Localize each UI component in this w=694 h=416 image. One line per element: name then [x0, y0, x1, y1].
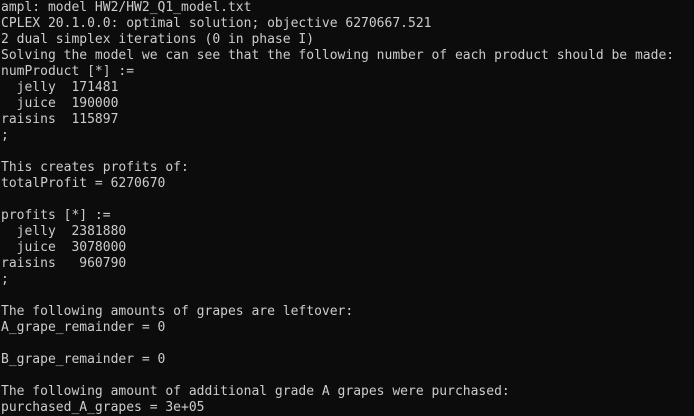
terminal-line: B_grape_remainder = 0	[1, 352, 166, 367]
terminal-line: CPLEX 20.1.0.0: optimal solution; object…	[1, 16, 432, 31]
terminal-line: numProduct [*] :=	[1, 64, 135, 79]
terminal-line: ;	[1, 272, 9, 287]
terminal-line: The following amounts of grapes are left…	[1, 304, 354, 319]
terminal-line: jelly 171481	[1, 80, 119, 95]
terminal-window[interactable]: ampl: model HW2/HW2_Q1_model.txt CPLEX 2…	[0, 0, 694, 416]
terminal-line: juice 190000	[1, 96, 119, 111]
terminal-line: totalProfit = 6270670	[1, 176, 166, 191]
terminal-line: The following amount of additional grade…	[1, 384, 510, 399]
terminal-line: ampl: model HW2/HW2_Q1_model.txt	[1, 0, 252, 15]
terminal-line: profits [*] :=	[1, 208, 111, 223]
terminal-line: raisins 960790	[1, 256, 127, 271]
terminal-line: jelly 2381880	[1, 224, 127, 239]
terminal-line: 2 dual simplex iterations (0 in phase I)	[1, 32, 315, 47]
terminal-line: A_grape_remainder = 0	[1, 320, 166, 335]
terminal-line: Solving the model we can see that the fo…	[1, 48, 675, 63]
terminal-line: ;	[1, 128, 9, 143]
terminal-line: purchased_A_grapes = 3e+05	[1, 400, 205, 415]
terminal-line: raisins 115897	[1, 112, 119, 127]
terminal-line: This creates profits of:	[1, 160, 189, 175]
terminal-line: juice 3078000	[1, 240, 127, 255]
